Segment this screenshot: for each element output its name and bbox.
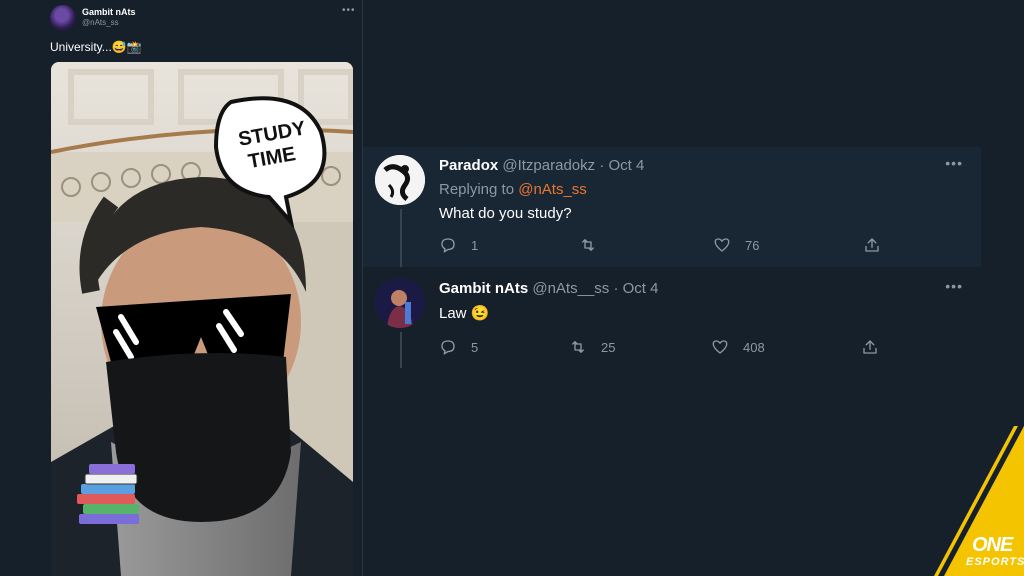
like-count: 408 — [743, 339, 765, 355]
heart-icon — [712, 340, 728, 354]
reply-count: 1 — [471, 237, 479, 253]
retweet-icon — [582, 239, 594, 251]
like-button[interactable]: 408 — [711, 338, 765, 356]
original-tweet-panel: Gambit nAts @nAts_ss ••• University...😅📸 — [0, 0, 363, 576]
share-icon — [865, 238, 879, 252]
replying-prefix: Replying to — [439, 181, 515, 198]
nats-avatar-art — [375, 278, 425, 328]
reply-tweet[interactable]: Gambit nAts @nAts__ss · Oct 4 ••• Law 😉 … — [363, 270, 981, 370]
reply-date[interactable]: · Oct 4 — [613, 280, 658, 297]
reply-button[interactable]: 5 — [439, 338, 478, 356]
brand-logo-line2: ESPORTS — [966, 556, 1024, 568]
tweet-photo[interactable]: STUDY TIME — [51, 62, 353, 576]
reply-tweet[interactable]: Paradox @Itzparadokz · Oct 4 ••• Replyin… — [363, 147, 981, 267]
reply-icon — [441, 238, 455, 253]
reply-display-name[interactable]: Paradox — [439, 157, 498, 174]
reply-avatar[interactable] — [375, 278, 425, 328]
more-horizontal-icon[interactable]: ••• — [945, 278, 963, 294]
reply-date[interactable]: · Oct 4 — [599, 157, 644, 174]
reply-button[interactable]: 1 — [439, 236, 478, 254]
more-horizontal-icon[interactable]: ••• — [342, 5, 356, 16]
retweet-icon — [572, 341, 584, 353]
share-button[interactable] — [863, 236, 881, 254]
share-button[interactable] — [861, 338, 879, 356]
op-display-name[interactable]: Gambit nAts — [82, 7, 136, 17]
reply-text: Law 😉 — [439, 305, 490, 322]
selfie-illustration: STUDY TIME — [51, 62, 353, 576]
replying-to-line: Replying to @nAts_ss — [439, 181, 587, 198]
retweet-button[interactable] — [579, 236, 611, 254]
like-count: 76 — [745, 237, 760, 253]
heart-icon — [714, 238, 730, 252]
reply-handle[interactable]: @nAts__ss — [532, 280, 609, 297]
reply-icon — [441, 340, 455, 355]
op-avatar[interactable] — [50, 5, 76, 31]
mention-link[interactable]: @nAts_ss — [518, 181, 587, 198]
reply-count: 5 — [471, 339, 479, 355]
thread-line — [400, 332, 402, 368]
like-button[interactable]: 76 — [713, 236, 759, 254]
reply-handle[interactable]: @Itzparadokz — [502, 157, 595, 174]
share-icon — [863, 340, 877, 354]
retweet-button[interactable]: 25 — [569, 338, 615, 356]
op-handle[interactable]: @nAts_ss — [82, 18, 119, 27]
reply-display-name[interactable]: Gambit nAts — [439, 280, 528, 297]
op-tweet-text: University...😅📸 — [50, 40, 142, 54]
thread-line — [400, 209, 402, 267]
reply-text: What do you study? — [439, 205, 572, 222]
retweet-count: 25 — [601, 339, 616, 355]
brand-logo-line1: ONE — [972, 534, 1013, 556]
more-horizontal-icon[interactable]: ••• — [945, 155, 963, 171]
reply-avatar[interactable] — [375, 155, 425, 205]
paradox-avatar-art — [375, 155, 425, 205]
